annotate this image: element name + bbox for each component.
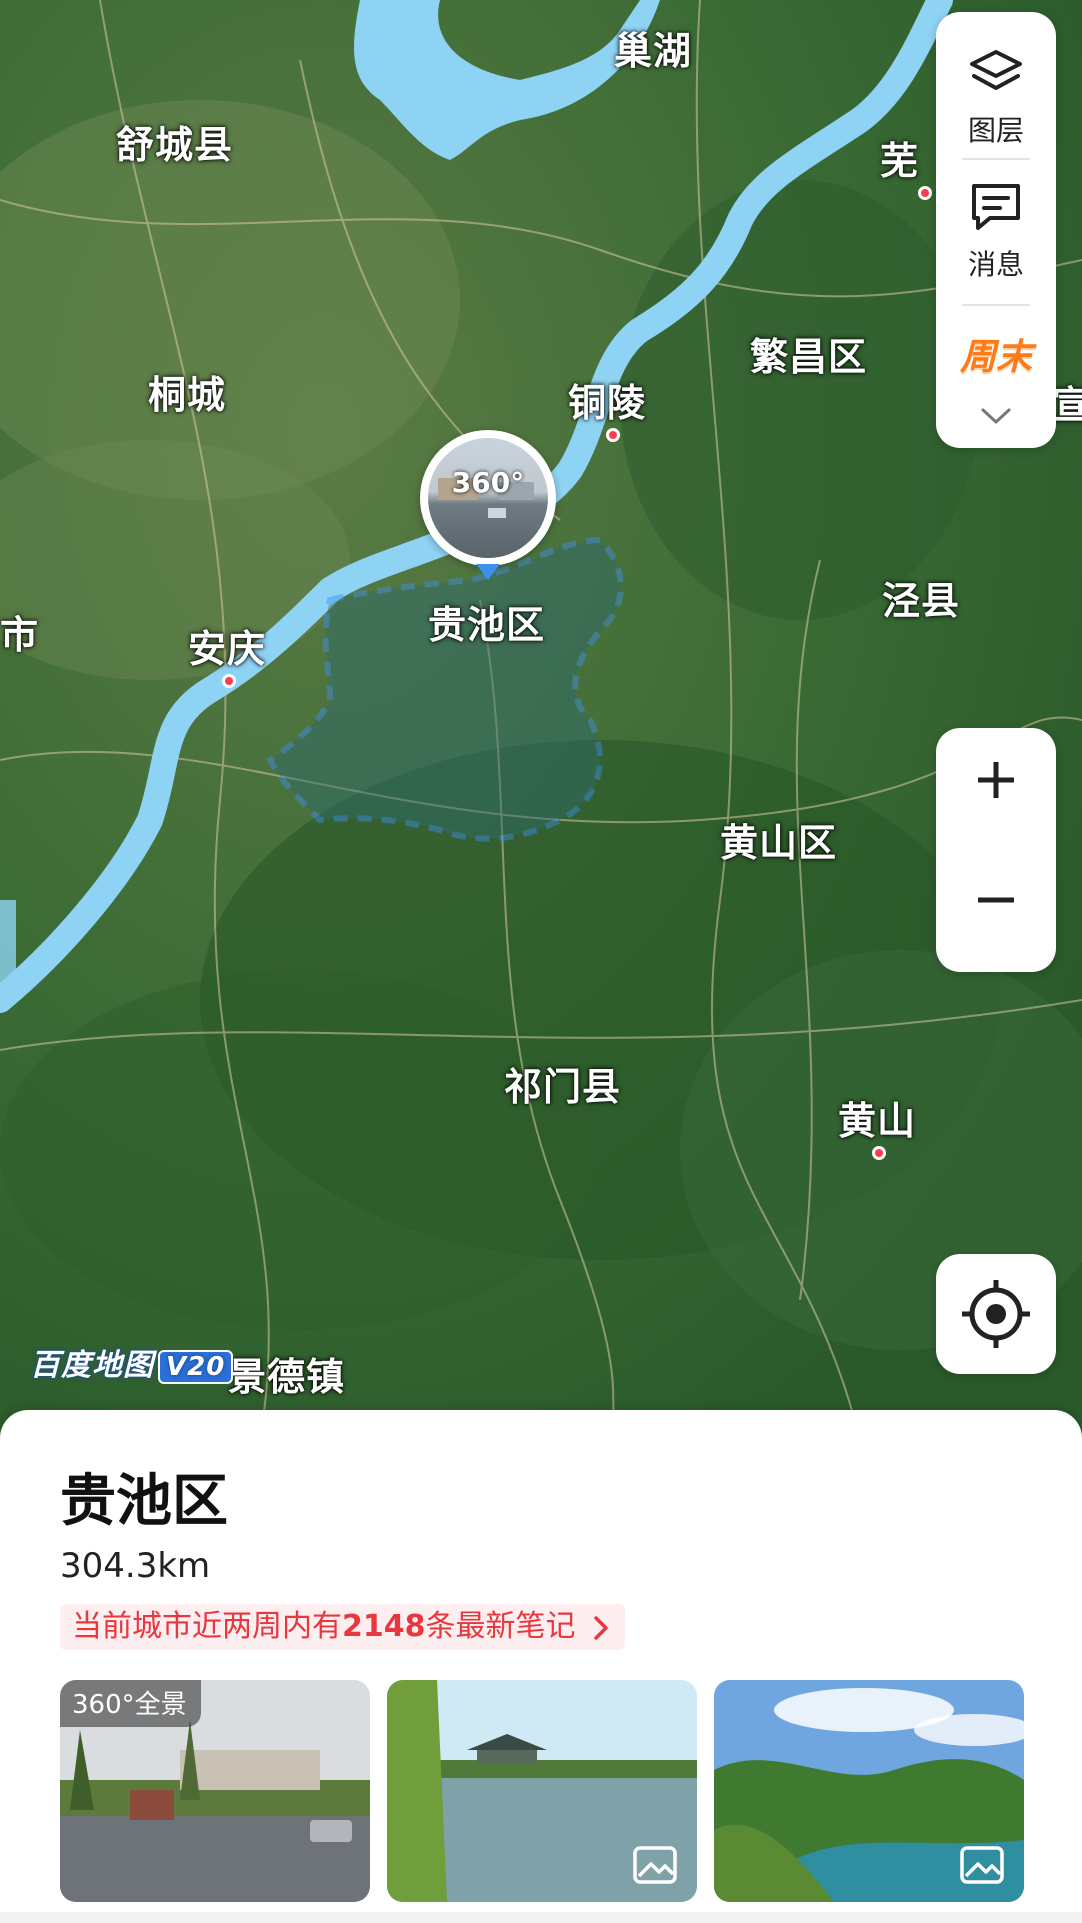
panorama-360-label: 360° — [451, 466, 525, 499]
panorama-marker[interactable]: 360° — [420, 430, 556, 566]
messages-button[interactable]: 消息 — [936, 180, 1056, 300]
notes-banner[interactable]: 当前城市近两周内有2148条最新笔记 — [60, 1604, 626, 1650]
panorama-pin-pointer — [476, 564, 500, 580]
panorama-badge-prefix: 360° — [72, 1690, 135, 1720]
map-label-anqing[interactable]: 安庆 — [188, 618, 266, 673]
map-label-huangshan[interactable]: 黄山 — [838, 1090, 916, 1145]
panorama-badge-label: 全景 — [134, 1690, 187, 1720]
chevron-down-icon — [981, 408, 1011, 424]
expand-button[interactable] — [936, 400, 1056, 440]
map-label-qimen[interactable]: 祁门县 — [504, 1056, 621, 1111]
chevron-right-icon — [594, 1615, 608, 1640]
map-label-tongcheng[interactable]: 桐城 — [148, 364, 226, 419]
brand-logo: 百度地图 V20 — [30, 1340, 234, 1384]
messages-label: 消息 — [967, 248, 1024, 281]
city-dot-tongling — [606, 428, 620, 442]
notes-suffix: 条最新笔记 — [425, 1609, 576, 1644]
panorama-badge: 360°全景 — [60, 1680, 201, 1727]
layers-label: 图层 — [967, 114, 1024, 147]
image-icon — [960, 1846, 1004, 1884]
city-dot-anqing — [222, 674, 236, 688]
panorama-thumbnail: 360° — [428, 438, 548, 558]
city-dot-huangshan — [872, 1146, 886, 1160]
map-label-xuan[interactable]: 宣 — [1052, 374, 1082, 429]
panel-divider — [962, 158, 1030, 160]
zoom-controls — [936, 728, 1056, 972]
locate-button[interactable] — [936, 1254, 1056, 1374]
photo-lake-pavilion[interactable] — [387, 1680, 697, 1902]
panel-divider — [962, 304, 1030, 306]
image-icon — [633, 1846, 677, 1884]
message-icon — [972, 184, 1020, 230]
place-detail-sheet[interactable]: 贵池区 304.3km 当前城市近两周内有2148条最新笔记 360°全景 — [0, 1410, 1082, 1923]
minus-icon — [978, 897, 1014, 903]
layers-icon — [970, 50, 1022, 90]
brand-version: V20 — [158, 1350, 234, 1384]
zoom-in-button[interactable] — [936, 758, 1056, 822]
zoom-out-button[interactable] — [936, 878, 1056, 942]
map-tools-panel: 图层 消息 周末 — [936, 12, 1056, 448]
map-label-chaohu[interactable]: 巢湖 — [614, 20, 692, 75]
brand-name: 百度地图 — [30, 1348, 154, 1383]
photo-mountain-lake[interactable] — [714, 1680, 1024, 1902]
map-label-jingxian[interactable]: 泾县 — [882, 570, 960, 625]
home-indicator-area — [0, 1912, 1082, 1923]
map-label-tongling[interactable]: 铜陵 — [568, 372, 646, 427]
weekend-badge[interactable]: 周末 — [956, 330, 1036, 386]
plus-icon — [978, 762, 1014, 798]
place-distance: 304.3km — [60, 1546, 211, 1586]
satellite-terrain — [0, 0, 1082, 1440]
map-label-guichi[interactable]: 贵池区 — [428, 594, 545, 649]
map-label-huangshanqu[interactable]: 黄山区 — [720, 812, 837, 867]
notes-prefix: 当前城市近两周内有 — [72, 1609, 342, 1644]
map-label-wuhu[interactable]: 芜 — [880, 130, 919, 185]
place-title: 贵池区 — [60, 1469, 228, 1534]
map-view[interactable]: 巢湖 舒城县 芜 繁昌区 桐城 铜陵 宣 市 安庆 贵池区 泾县 黄山区 祁门县… — [0, 0, 1082, 1440]
locate-icon — [962, 1280, 1030, 1348]
map-label-shi[interactable]: 市 — [0, 604, 39, 659]
map-label-shucheng[interactable]: 舒城县 — [116, 114, 233, 169]
map-label-fanchang[interactable]: 繁昌区 — [750, 326, 867, 381]
photo-panorama[interactable]: 360°全景 — [60, 1680, 370, 1902]
city-dot-wuhu — [918, 186, 932, 200]
layers-button[interactable]: 图层 — [936, 32, 1056, 152]
notes-count: 2148 — [342, 1609, 426, 1644]
map-label-jingdezhen[interactable]: 景德镇 — [228, 1346, 345, 1401]
